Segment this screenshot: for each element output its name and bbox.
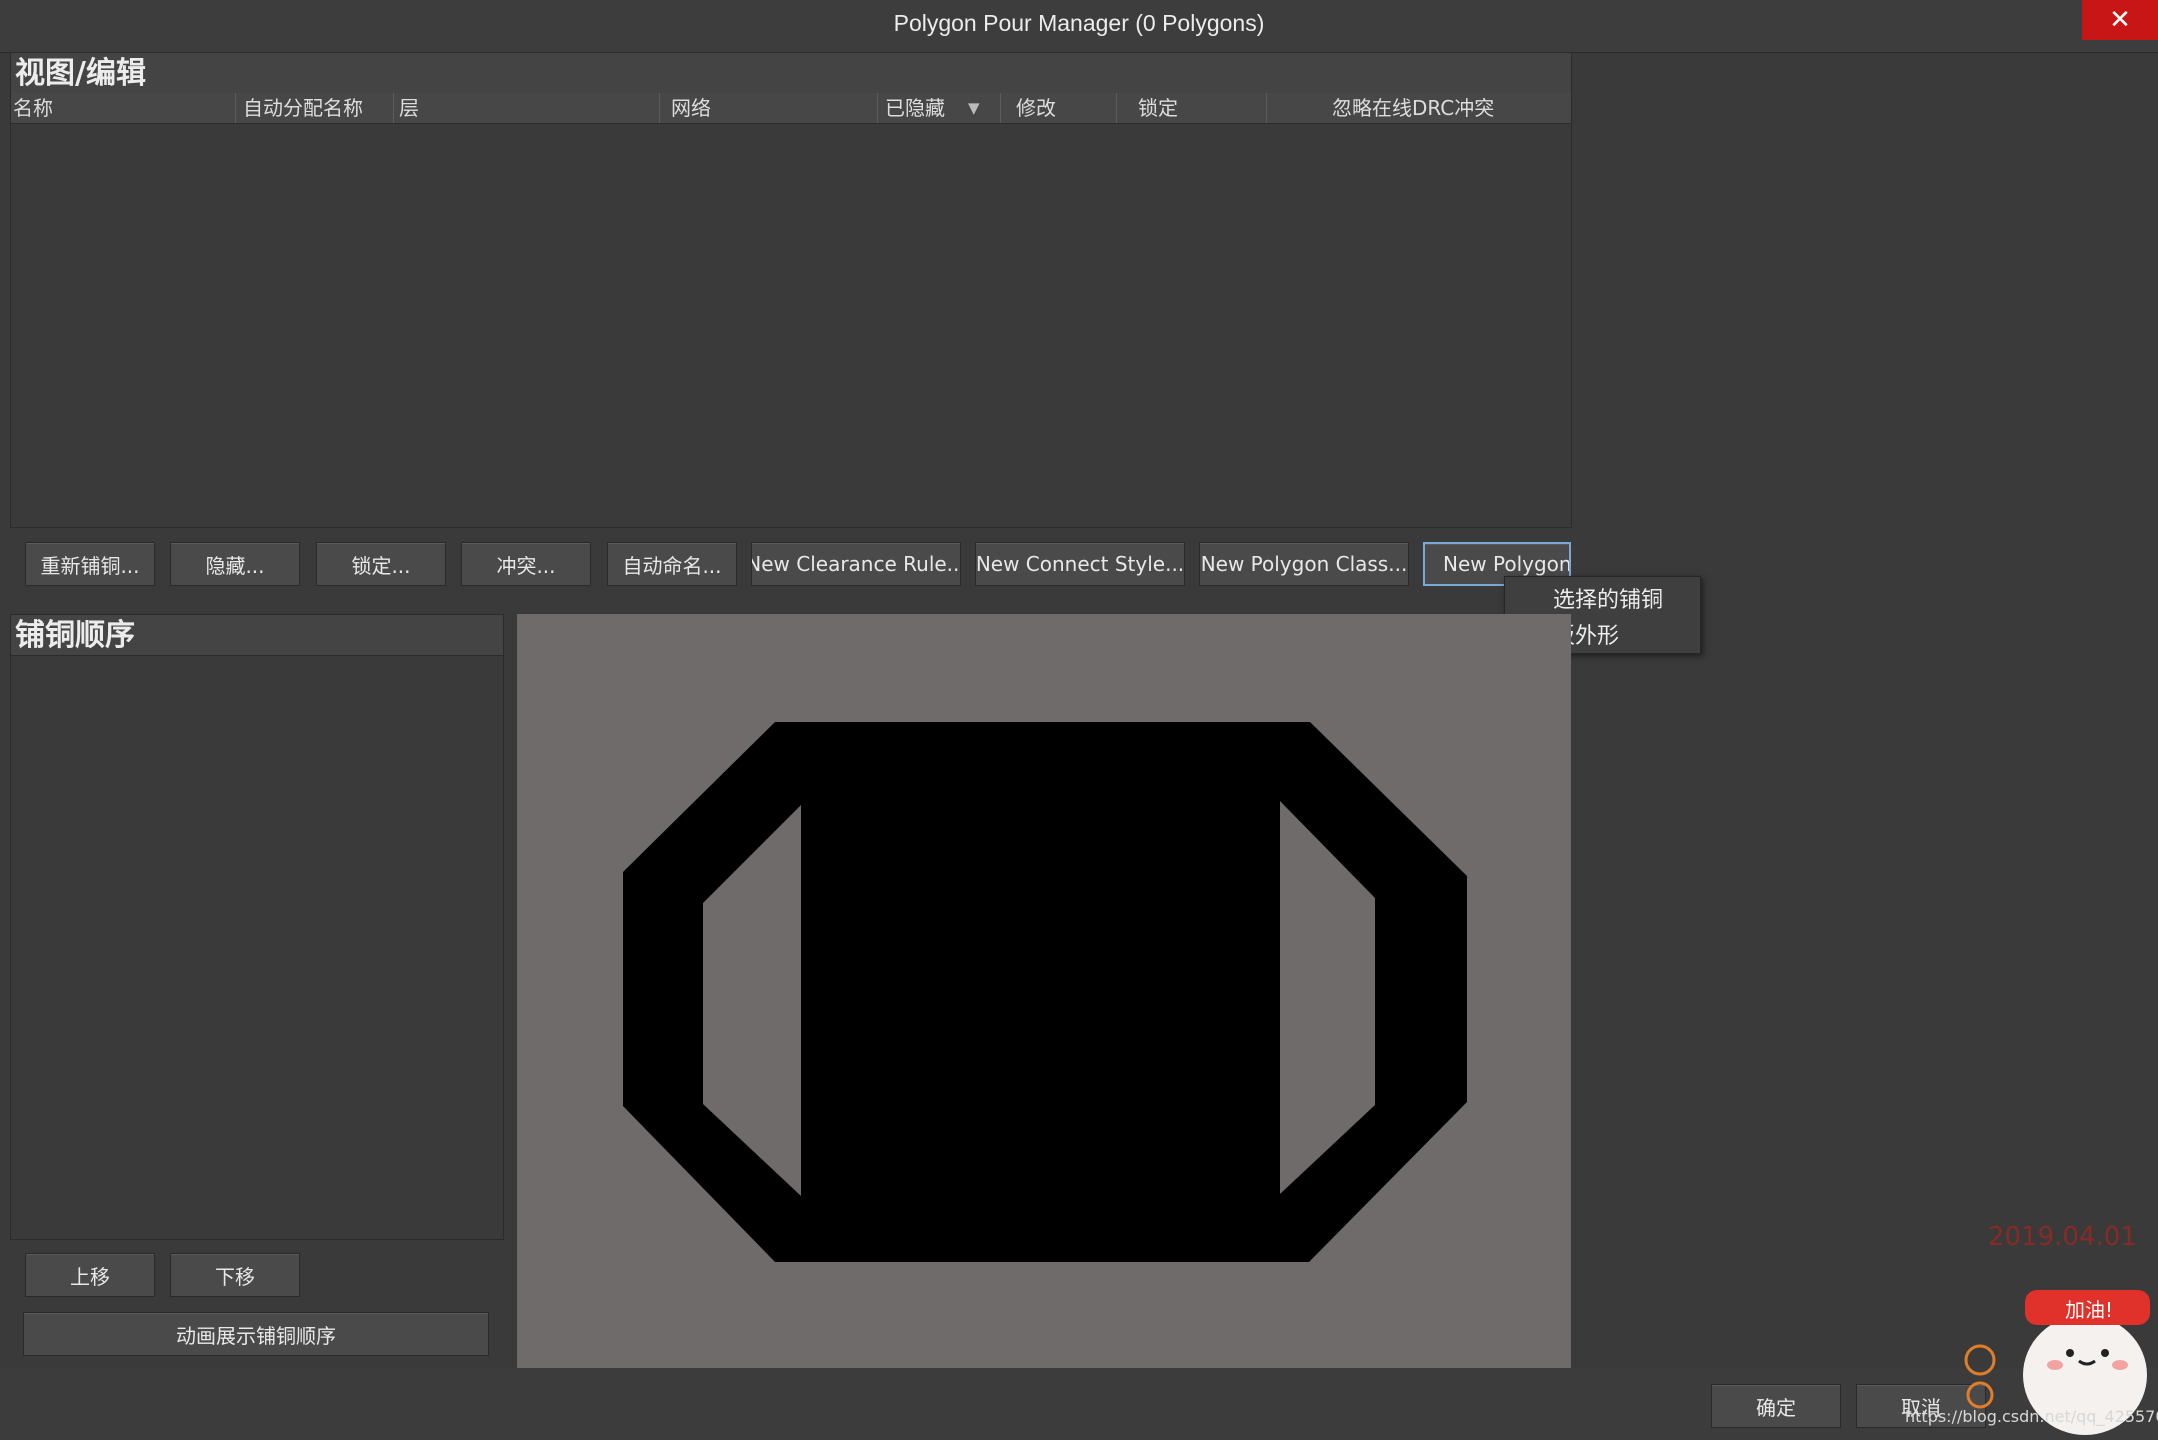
- pour-order-list[interactable]: [11, 657, 503, 1239]
- view-edit-panel: 视图/编辑 名称 自动分配名称 层 网络 已隐藏 ▼ 修改 锁定 忽略在线DRC…: [10, 52, 1572, 528]
- date-stamp: 2019.04.01: [1988, 1222, 2137, 1252]
- repour-button[interactable]: 重新铺铜...: [25, 542, 155, 586]
- auto-name-button[interactable]: 自动命名...: [607, 542, 737, 586]
- pour-order-panel: 铺铜顺序: [10, 614, 504, 1240]
- hide-button[interactable]: 隐藏...: [170, 542, 300, 586]
- column-modified[interactable]: 修改: [1000, 93, 1117, 123]
- close-icon: ✕: [2109, 5, 2131, 35]
- view-edit-header: 视图/编辑: [11, 53, 1571, 94]
- title-bar: Polygon Pour Manager (0 Polygons) ✕: [0, 0, 2158, 53]
- move-up-button[interactable]: 上移: [25, 1253, 155, 1297]
- column-auto-name[interactable]: 自动分配名称: [235, 93, 394, 123]
- sticker-text: 加油!: [2065, 1298, 2113, 1322]
- new-polygon-class-button[interactable]: New Polygon Class...: [1199, 542, 1409, 586]
- column-hidden[interactable]: 已隐藏 ▼: [877, 93, 1001, 123]
- column-layer[interactable]: 层: [393, 93, 660, 123]
- ok-button[interactable]: 确定: [1711, 1384, 1841, 1428]
- sort-desc-icon: ▼: [968, 99, 980, 117]
- board-outline-shape: [623, 722, 1467, 1262]
- close-button[interactable]: ✕: [2082, 0, 2158, 40]
- watermark-url: https://blog.csdn.net/qq_42557008: [1905, 1407, 2158, 1426]
- new-clearance-rule-button[interactable]: New Clearance Rule...: [751, 542, 961, 586]
- new-connect-style-button[interactable]: New Connect Style...: [975, 542, 1185, 586]
- pour-order-header: 铺铜顺序: [11, 615, 503, 656]
- table-header: 名称 自动分配名称 层 网络 已隐藏 ▼ 修改 锁定 忽略在线DRC冲突: [11, 93, 1571, 124]
- column-ignore-drc[interactable]: 忽略在线DRC冲突: [1244, 93, 1657, 123]
- menu-item-selected-polygons[interactable]: 选择的铺铜: [1553, 582, 1663, 614]
- violations-button[interactable]: 冲突...: [461, 542, 591, 586]
- move-down-button[interactable]: 下移: [170, 1253, 300, 1297]
- animate-pour-order-button[interactable]: 动画展示铺铜顺序: [23, 1312, 489, 1356]
- column-net[interactable]: 网络: [659, 93, 878, 123]
- column-name[interactable]: 名称: [13, 93, 236, 123]
- polygon-preview: [517, 614, 1571, 1368]
- window-title: Polygon Pour Manager (0 Polygons): [893, 10, 1265, 36]
- lock-button[interactable]: 锁定...: [316, 542, 446, 586]
- polygon-table-body[interactable]: [11, 125, 1571, 527]
